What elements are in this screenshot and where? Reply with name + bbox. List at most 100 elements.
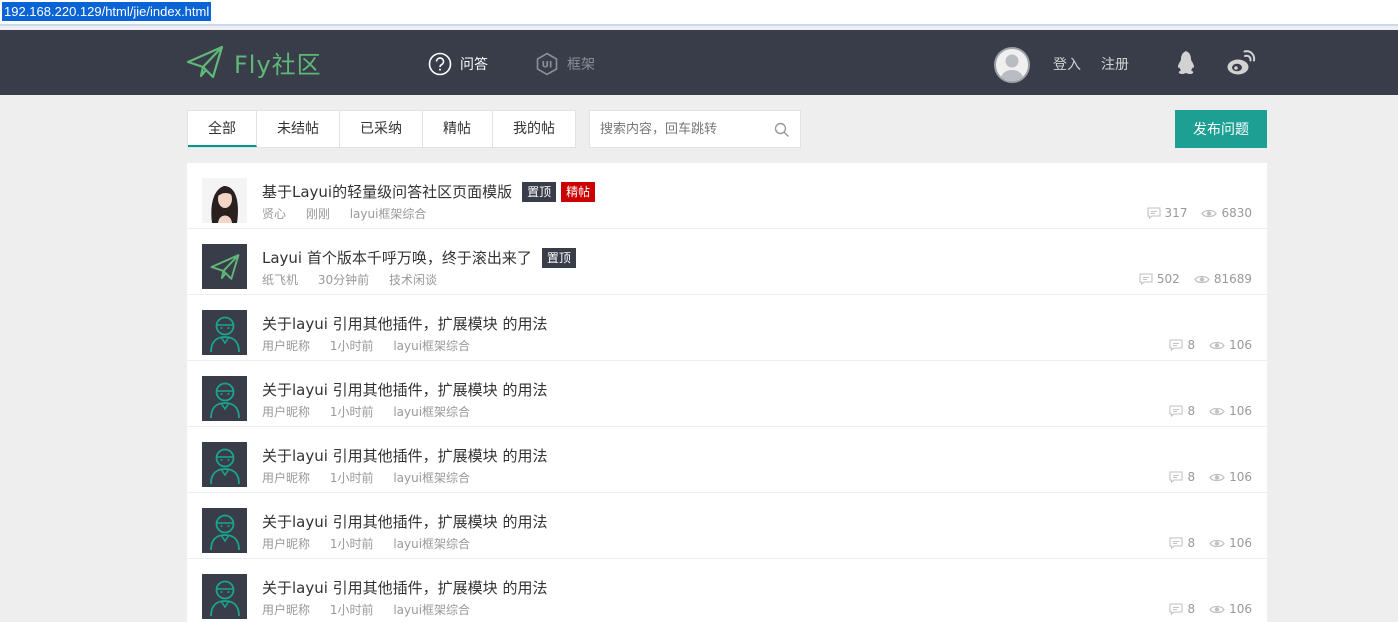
comment-icon [1169,603,1184,615]
user-outline-icon [209,316,240,352]
post-avatar[interactable] [202,178,247,223]
post-author[interactable]: 用户昵称 [262,603,310,617]
comment-count: 8 [1169,470,1195,484]
post-avatar[interactable] [202,376,247,421]
url-text[interactable]: 192.168.220.129/html/jie/index.html [2,2,212,21]
address-bar[interactable]: 192.168.220.129/html/jie/index.html [0,0,1398,26]
nav-framework-label: 框架 [567,57,595,73]
eye-icon [1194,275,1210,283]
list-item[interactable]: 关于layui 引用其他插件，扩展模块 的用法 用户昵称 1小时前 layui框… [187,295,1267,361]
comment-icon [1146,207,1161,219]
qq-login-icon[interactable] [1176,50,1200,80]
post-title-line: 关于layui 引用其他插件，扩展模块 的用法 [262,313,547,334]
site-logo[interactable]: Fly社区 [186,44,322,80]
list-item[interactable]: 关于layui 引用其他插件，扩展模块 的用法 用户昵称 1小时前 layui框… [187,361,1267,427]
post-category[interactable]: layui框架综合 [393,603,470,617]
list-item[interactable]: 关于layui 引用其他插件，扩展模块 的用法 用户昵称 1小时前 layui框… [187,493,1267,559]
filter-tabs: 全部 未结帖 已采纳 精帖 我的帖 [187,110,576,148]
post-author[interactable]: 用户昵称 [262,471,310,485]
post-category[interactable]: layui框架综合 [393,405,470,419]
user-photo-icon [202,178,247,223]
search-box [589,110,801,148]
post-stats: 502 81689 [1125,272,1252,286]
tab-featured[interactable]: 精帖 [423,111,493,147]
nav-framework[interactable]: UI 框架 [535,50,595,78]
eye-icon [1209,473,1225,481]
featured-badge: 精帖 [561,181,596,202]
ui-badge-icon: UI [535,52,559,76]
post-time: 1小时前 [329,603,374,617]
eye-icon [1209,407,1225,415]
view-count: 81689 [1194,272,1252,286]
post-category[interactable]: layui框架综合 [393,537,470,551]
post-question-button[interactable]: 发布问题 [1175,110,1267,148]
view-count: 6830 [1201,206,1252,220]
post-title[interactable]: 关于layui 引用其他插件，扩展模块 的用法 [262,577,547,598]
user-avatar[interactable] [994,47,1030,83]
post-avatar[interactable] [202,574,247,619]
post-avatar[interactable] [202,244,247,289]
post-title[interactable]: 关于layui 引用其他插件，扩展模块 的用法 [262,379,547,400]
post-title[interactable]: 关于layui 引用其他插件，扩展模块 的用法 [262,445,547,466]
nav-qa[interactable]: 问答 [428,50,488,78]
comment-count: 8 [1169,536,1195,550]
post-title-line: 关于layui 引用其他插件，扩展模块 的用法 [262,379,547,400]
list-item[interactable]: 关于layui 引用其他插件，扩展模块 的用法 用户昵称 1小时前 layui框… [187,559,1267,622]
post-author[interactable]: 用户昵称 [262,537,310,551]
tab-unresolved[interactable]: 未结帖 [257,111,340,147]
post-stats: 317 6830 [1133,206,1252,220]
post-title-line: Layui 首个版本千呼万唤，终于滚出来了 置顶 [262,247,576,268]
list-item[interactable]: Layui 首个版本千呼万唤，终于滚出来了 置顶 纸飞机 30分钟前 技术闲谈 … [187,229,1267,295]
tab-my-posts[interactable]: 我的帖 [493,111,575,147]
eye-icon [1209,605,1225,613]
post-meta: 纸飞机 30分钟前 技术闲谈 [262,271,453,288]
post-meta: 用户昵称 1小时前 layui框架综合 [262,469,486,486]
post-category[interactable]: 技术闲谈 [389,273,437,287]
post-title-line: 基于Layui的轻量级问答社区页面模版 置顶 精帖 [262,181,596,202]
post-avatar[interactable] [202,310,247,355]
post-author[interactable]: 用户昵称 [262,339,310,353]
question-circle-icon [428,52,452,76]
post-avatar[interactable] [202,442,247,487]
comment-count: 8 [1169,602,1195,616]
post-meta: 贤心 刚刚 layui框架综合 [262,205,442,222]
view-count: 106 [1209,536,1252,550]
post-author[interactable]: 用户昵称 [262,405,310,419]
search-input[interactable] [590,111,765,147]
post-avatar[interactable] [202,508,247,553]
post-author[interactable]: 纸飞机 [262,273,298,287]
tab-accepted[interactable]: 已采纳 [340,111,423,147]
default-avatar-icon [1000,54,1024,81]
comment-count: 8 [1169,404,1195,418]
post-category[interactable]: layui框架综合 [393,471,470,485]
comment-icon [1169,471,1184,483]
post-category[interactable]: layui框架综合 [350,207,427,221]
post-title[interactable]: 基于Layui的轻量级问答社区页面模版 [262,181,512,202]
user-outline-icon [209,580,240,616]
comment-icon [1169,339,1184,351]
post-stats: 8 106 [1155,338,1252,352]
list-item[interactable]: 关于layui 引用其他插件，扩展模块 的用法 用户昵称 1小时前 layui框… [187,427,1267,493]
register-link[interactable]: 注册 [1101,54,1129,74]
post-title[interactable]: 关于layui 引用其他插件，扩展模块 的用法 [262,511,547,532]
post-title[interactable]: 关于layui 引用其他插件，扩展模块 的用法 [262,313,547,334]
weibo-login-icon[interactable] [1226,50,1256,80]
post-meta: 用户昵称 1小时前 layui框架综合 [262,535,486,552]
user-outline-icon [209,448,240,484]
comment-count: 502 [1139,272,1180,286]
post-title[interactable]: Layui 首个版本千呼万唤，终于滚出来了 [262,247,532,268]
tab-all[interactable]: 全部 [188,111,257,147]
nav-qa-label: 问答 [460,57,488,73]
login-link[interactable]: 登入 [1053,54,1081,74]
search-icon[interactable] [774,122,790,142]
post-category[interactable]: layui框架综合 [393,339,470,353]
post-title-line: 关于layui 引用其他插件，扩展模块 的用法 [262,445,547,466]
eye-icon [1209,341,1225,349]
paper-plane-icon [186,45,224,79]
view-count: 106 [1209,404,1252,418]
post-stats: 8 106 [1155,536,1252,550]
list-item[interactable]: 基于Layui的轻量级问答社区页面模版 置顶 精帖 贤心 刚刚 layui框架综合… [187,163,1267,229]
post-author[interactable]: 贤心 [262,207,286,221]
eye-icon [1209,539,1225,547]
view-count: 106 [1209,338,1252,352]
